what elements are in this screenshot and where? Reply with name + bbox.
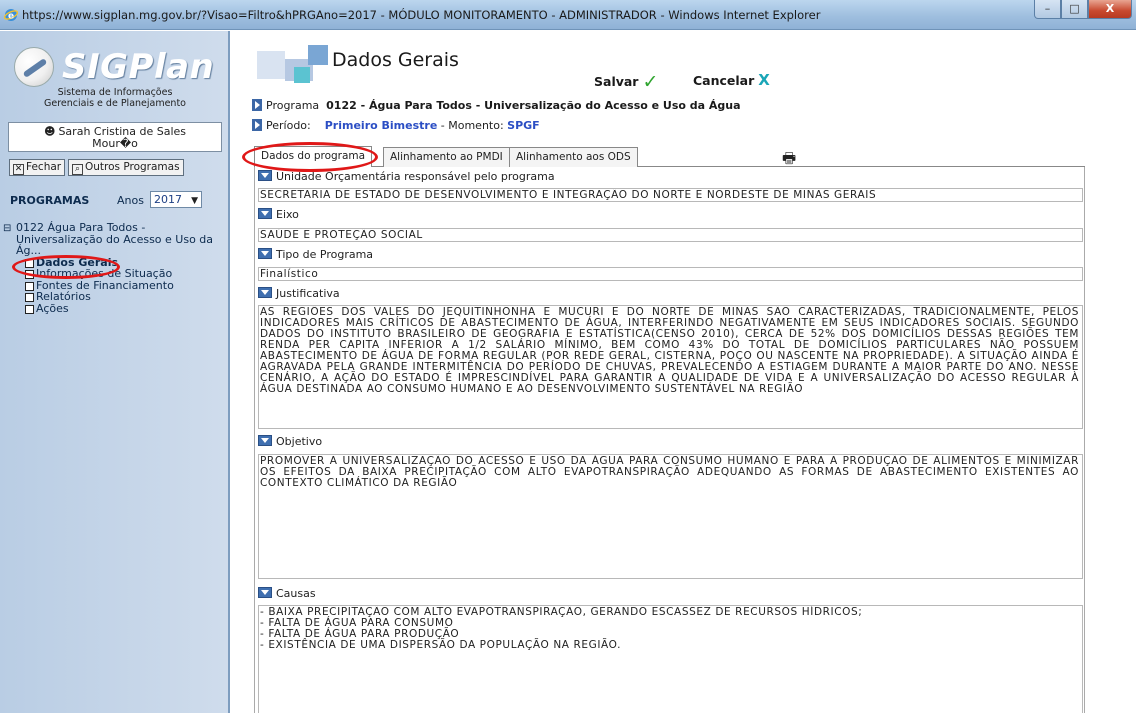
- close-button[interactable]: X: [1088, 0, 1132, 19]
- search-icon: ⌕: [72, 164, 83, 175]
- chevron-down-icon: ▼: [191, 196, 198, 206]
- user-name-line-2: Mour�o: [92, 137, 138, 150]
- section-justificativa-label: Justificativa: [276, 287, 340, 300]
- subtitle-line-1: Sistema de Informações: [57, 87, 173, 98]
- year-select[interactable]: 2017 ▼: [150, 191, 202, 208]
- internet-explorer-icon: e: [4, 9, 18, 22]
- dropdown-icon: [258, 208, 272, 219]
- momento-value: SPGF: [507, 119, 540, 132]
- logo-text: SIGPlan: [62, 47, 215, 87]
- section-causas-label: Causas: [276, 587, 316, 600]
- section-tipo[interactable]: Tipo de Programa: [258, 248, 373, 263]
- section-eixo[interactable]: Eixo: [258, 208, 299, 223]
- program-name: 0122 Água Para Todos - Universalização d…: [16, 221, 214, 257]
- fechar-button[interactable]: ✕ Fechar: [9, 159, 66, 176]
- dropdown-icon: [258, 170, 272, 181]
- dropdown-icon: [258, 587, 272, 598]
- section-unidade[interactable]: Unidade Orçamentária responsável pelo pr…: [258, 170, 555, 185]
- section-justificativa[interactable]: Justificativa: [258, 287, 340, 302]
- tab-content: Unidade Orçamentária responsável pelo pr…: [254, 167, 1085, 713]
- year-value: 2017: [154, 193, 182, 206]
- minimize-button[interactable]: –: [1034, 0, 1061, 19]
- close-icon: ✕: [13, 164, 24, 175]
- program-node[interactable]: ⊟ 0122 Água Para Todos - Universalização…: [3, 222, 228, 257]
- text-line: CONTEXTO CLIMÁTICO DA REGIÃO: [260, 477, 458, 489]
- user-box: ☻ Sarah Cristina de Sales Mour�o: [8, 122, 222, 152]
- salvar-label: Salvar: [594, 74, 639, 89]
- cancelar-label: Cancelar: [693, 73, 755, 88]
- dropdown-icon: [258, 287, 272, 298]
- tipo-field[interactable]: Finalístico: [258, 267, 1083, 281]
- document-icon: [25, 281, 34, 291]
- highlight-ellipse-dados-gerais: [12, 255, 120, 279]
- section-objetivo[interactable]: Objetivo: [258, 435, 322, 450]
- tab-alinhamento-ods[interactable]: Alinhamento aos ODS: [509, 147, 638, 167]
- eixo-field[interactable]: SAÚDE E PROTEÇÃO SOCIAL: [258, 228, 1083, 242]
- menu-item-label: Ações: [36, 301, 69, 315]
- window-title: https://www.sigplan.mg.gov.br/?Visao=Fil…: [22, 8, 821, 22]
- unidade-field[interactable]: SECRETARIA DE ESTADO DE DESENVOLVIMENTO …: [258, 188, 1083, 202]
- programa-info: Programa 0122 - Água Para Todos - Univer…: [252, 98, 1085, 115]
- justificativa-field[interactable]: AS REGIÕES DOS VALES DO JEQUITINHONHA E …: [258, 305, 1083, 429]
- causas-field[interactable]: - BAIXA PRECIPITAÇÃO COM ALTO EVAPOTRANS…: [258, 605, 1083, 713]
- sigplan-logo[interactable]: SIGPlan: [14, 45, 219, 89]
- maximize-button[interactable]: □: [1061, 0, 1088, 19]
- salvar-button[interactable]: Salvar ✓: [594, 71, 658, 93]
- section-objetivo-label: Objetivo: [276, 435, 323, 448]
- folder-open-icon: ⊟: [3, 223, 12, 234]
- main-panel: Dados Gerais Salvar ✓ Cancelar X Programa …: [232, 31, 1136, 713]
- section-unidade-label: Unidade Orçamentária responsável pelo pr…: [276, 170, 555, 183]
- menu-item-acoes[interactable]: Ações: [25, 301, 228, 315]
- document-icon: [25, 293, 34, 302]
- dropdown-icon: [258, 248, 272, 259]
- objetivo-field[interactable]: PROMOVER A UNIVERSALIZAÇÃO DO ACESSO E U…: [258, 454, 1083, 579]
- window-title-bar: e https://www.sigplan.mg.gov.br/?Visao=F…: [0, 0, 1136, 30]
- tab-alinhamento-pmdi[interactable]: Alinhamento ao PMDI: [383, 147, 510, 167]
- tab-bar: Dados do programa Alinhamento ao PMDI Al…: [254, 146, 1085, 167]
- fechar-label: Fechar: [26, 161, 62, 173]
- folder-icon: [25, 304, 34, 314]
- arrow-right-icon: [252, 119, 262, 131]
- outros-programas-button[interactable]: ⌕ Outros Programas: [68, 159, 184, 176]
- section-causas[interactable]: Causas: [258, 587, 316, 602]
- anos-label: Anos: [117, 194, 144, 207]
- cancelar-button[interactable]: Cancelar X: [693, 71, 770, 89]
- periodo-label: Período:: [266, 119, 311, 132]
- user-icon: ☻: [43, 125, 56, 138]
- momento-label: - Momento:: [440, 119, 504, 132]
- logo-subtitle: Sistema de Informações Gerenciais e de P…: [0, 87, 230, 109]
- dropdown-icon: [258, 435, 272, 446]
- programas-heading: PROGRAMAS: [10, 194, 90, 207]
- arrow-right-icon: [252, 99, 262, 111]
- programa-value: 0122 - Água Para Todos - Universalização…: [326, 99, 741, 112]
- section-eixo-label: Eixo: [276, 208, 299, 221]
- sidebar: SIGPlan Sistema de Informações Gerenciai…: [0, 31, 230, 713]
- logo-emblem-icon: [14, 47, 54, 87]
- subtitle-line-2: Gerenciais e de Planejamento: [44, 98, 186, 109]
- checkmark-icon: ✓: [642, 71, 659, 93]
- outros-programas-label: Outros Programas: [85, 161, 180, 173]
- cancel-x-icon: X: [758, 71, 770, 89]
- periodo-value: Primeiro Bimestre: [324, 119, 438, 132]
- page-title: Dados Gerais: [332, 49, 459, 71]
- section-tipo-label: Tipo de Programa: [276, 248, 374, 261]
- periodo-info: Período: Primeiro Bimestre - Momento: SP…: [252, 118, 1085, 135]
- text-line: ÁGUA DESTINADA AO CONSUMO HUMANO E AO DE…: [260, 383, 804, 395]
- text-line: - EXISTÊNCIA DE UMA DISPERSÃO DA POPULAÇ…: [260, 639, 622, 651]
- svg-text:e: e: [8, 12, 14, 22]
- programa-label: Programa: [266, 99, 320, 112]
